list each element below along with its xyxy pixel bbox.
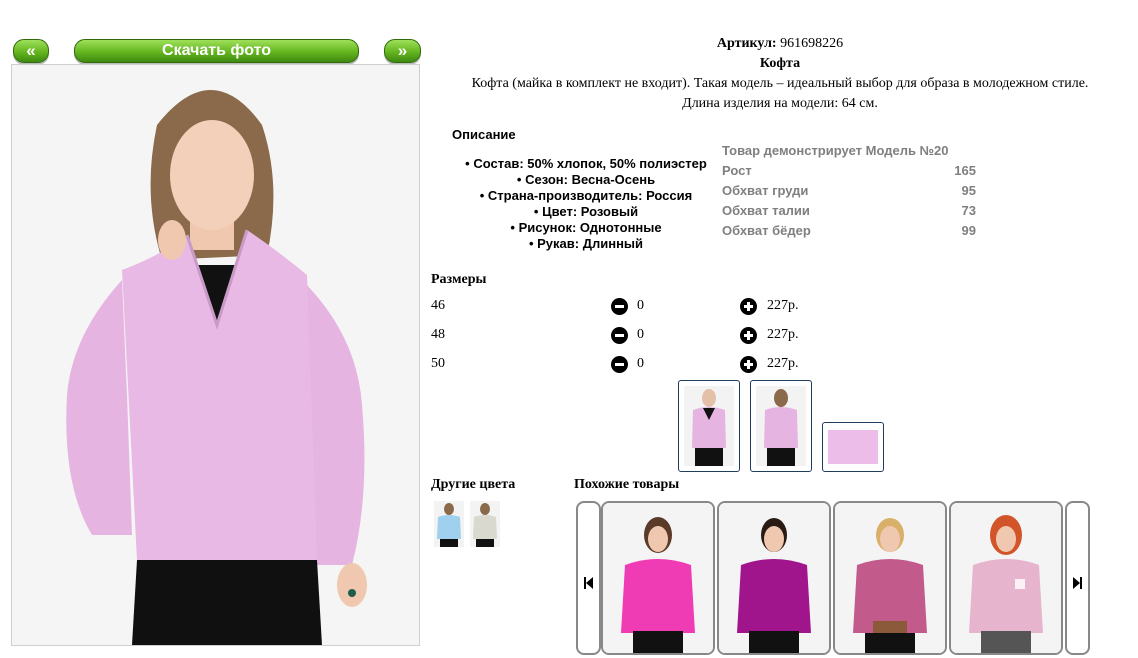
quantity-value: 0 bbox=[637, 298, 644, 313]
spec-item: Состав: 50% хлопок, 50% полиэстер bbox=[452, 156, 720, 172]
plus-icon[interactable] bbox=[740, 327, 757, 344]
similar-product-image bbox=[603, 503, 713, 653]
model-row-value: 73 bbox=[961, 203, 976, 218]
other-colors-title: Другие цвета bbox=[431, 477, 516, 492]
specs-title: Описание bbox=[452, 127, 516, 142]
model-row-value: 165 bbox=[954, 163, 976, 178]
specs-list: Состав: 50% хлопок, 50% полиэстер Сезон:… bbox=[452, 156, 720, 252]
product-title: Кофта bbox=[759, 56, 801, 71]
carousel-next-button[interactable] bbox=[1065, 501, 1090, 655]
spec-item: Цвет: Розовый bbox=[452, 204, 720, 220]
model-row-value: 95 bbox=[961, 183, 976, 198]
model-row: Обхват талии 73 bbox=[722, 201, 976, 221]
size-label: 48 bbox=[431, 327, 445, 342]
thumbnail-front-image bbox=[684, 386, 734, 466]
main-product-photo[interactable] bbox=[11, 64, 420, 646]
model-row-label: Обхват груди bbox=[722, 183, 809, 198]
article-label: Артикул: bbox=[716, 36, 777, 51]
size-row: 50 0 227р. bbox=[431, 354, 831, 376]
similar-product-image bbox=[835, 503, 945, 653]
plus-icon[interactable] bbox=[740, 298, 757, 315]
model-row-label: Рост bbox=[722, 163, 752, 178]
spec-item: Сезон: Весна-Осень bbox=[452, 172, 720, 188]
product-description-line-1: Кофта (майка в комплект не входит). Така… bbox=[471, 76, 1089, 91]
swatch-image bbox=[434, 501, 464, 547]
similar-product-item[interactable] bbox=[949, 501, 1063, 655]
photo-thumbnail-front[interactable] bbox=[678, 380, 740, 472]
similar-product-image bbox=[719, 503, 829, 653]
model-row-label: Обхват бёдер bbox=[722, 223, 811, 238]
article-number: Артикул: 961698226 bbox=[420, 36, 1138, 52]
plus-icon[interactable] bbox=[740, 356, 757, 373]
photo-thumbnail-fabric[interactable] bbox=[822, 422, 884, 472]
similar-product-item[interactable] bbox=[833, 501, 947, 655]
price-value: 227р. bbox=[767, 327, 799, 342]
model-row: Обхват бёдер 99 bbox=[722, 221, 976, 241]
price-value: 227р. bbox=[767, 356, 799, 371]
size-row: 48 0 227р. bbox=[431, 325, 831, 347]
next-photo-button[interactable]: » bbox=[384, 39, 421, 63]
similar-product-item[interactable] bbox=[717, 501, 831, 655]
article-value: 961698226 bbox=[780, 36, 844, 51]
swatch-image bbox=[470, 501, 500, 547]
spec-item: Рукав: Длинный bbox=[452, 236, 720, 252]
model-measurements: Товар демонстрирует Модель №20 Рост 165 … bbox=[722, 141, 976, 241]
skip-previous-icon bbox=[584, 577, 593, 589]
similar-products-title: Похожие товары bbox=[574, 477, 680, 492]
model-row: Рост 165 bbox=[722, 161, 976, 181]
model-row-label: Обхват талии bbox=[722, 203, 810, 218]
model-row: Обхват груди 95 bbox=[722, 181, 976, 201]
color-swatch-light-gray[interactable] bbox=[470, 501, 500, 547]
model-photo-illustration bbox=[12, 65, 419, 645]
model-row-value: 99 bbox=[961, 223, 976, 238]
color-swatch-light-blue[interactable] bbox=[434, 501, 464, 547]
minus-icon[interactable] bbox=[611, 298, 628, 315]
carousel-prev-button[interactable] bbox=[576, 501, 601, 655]
download-photo-button[interactable]: Скачать фото bbox=[74, 39, 359, 63]
product-description-line-2: Длина изделия на модели: 64 см. bbox=[682, 96, 878, 111]
spec-item: Рисунок: Однотонные bbox=[452, 220, 720, 236]
previous-photo-button[interactable]: « bbox=[13, 39, 49, 63]
thumbnail-back-image bbox=[756, 386, 806, 466]
skip-next-icon bbox=[1073, 577, 1082, 589]
similar-product-item[interactable] bbox=[601, 501, 715, 655]
spec-item: Страна-производитель: Россия bbox=[452, 188, 720, 204]
size-row: 46 0 227р. bbox=[431, 296, 831, 318]
size-label: 46 bbox=[431, 298, 445, 313]
sizes-title: Размеры bbox=[431, 272, 487, 287]
minus-icon[interactable] bbox=[611, 356, 628, 373]
model-title: Товар демонстрирует Модель №20 bbox=[722, 143, 949, 158]
quantity-value: 0 bbox=[637, 356, 644, 371]
quantity-value: 0 bbox=[637, 327, 644, 342]
photo-thumbnail-back[interactable] bbox=[750, 380, 812, 472]
fabric-swatch bbox=[828, 430, 878, 464]
similar-product-image bbox=[951, 503, 1061, 653]
minus-icon[interactable] bbox=[611, 327, 628, 344]
price-value: 227р. bbox=[767, 298, 799, 313]
size-label: 50 bbox=[431, 356, 445, 371]
